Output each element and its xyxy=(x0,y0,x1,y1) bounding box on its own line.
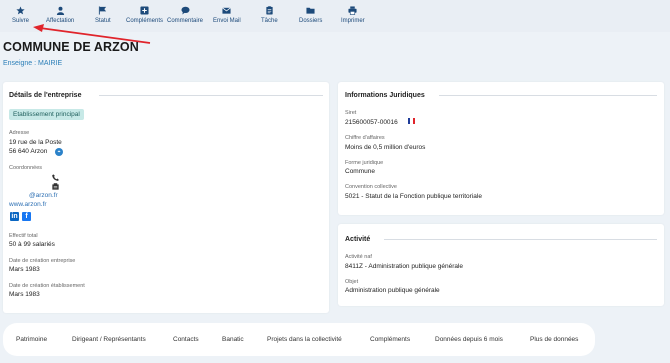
clipboard-icon xyxy=(266,6,273,15)
complements-button[interactable]: Compléments xyxy=(126,6,163,24)
activity-card: Activité Activité naf 8411Z - Administra… xyxy=(338,224,664,306)
tab-contacts[interactable]: Contacts xyxy=(173,336,199,343)
establishment-creation-value: Mars 1983 xyxy=(9,291,40,298)
status-label: Statut xyxy=(95,18,111,24)
comment-icon xyxy=(180,6,190,15)
toolbar: Suivre Affectation Statut Compléments Co… xyxy=(0,0,670,32)
details-card: Détails de l'entreprise Etablissement pr… xyxy=(3,82,329,313)
enseigne-label: Enseigne : MAIRIE xyxy=(3,60,63,67)
comment-label: Commentaire xyxy=(167,18,204,24)
tab-patrimoine[interactable]: Patrimoine xyxy=(16,336,47,343)
legal-info-title: Informations Juridiques xyxy=(345,92,425,99)
send-mail-button[interactable]: Envoi Mail xyxy=(213,6,241,24)
plus-square-icon xyxy=(140,6,149,15)
follow-button[interactable]: Suivre xyxy=(12,6,29,24)
siret-label: Siret xyxy=(345,110,357,116)
comment-button[interactable]: Commentaire xyxy=(167,6,203,24)
status-button[interactable]: Statut xyxy=(95,6,111,24)
divider xyxy=(439,95,657,96)
activity-title: Activité xyxy=(345,236,371,243)
establishment-badge: Etablissement principal xyxy=(9,109,84,120)
naf-label: Activité naf xyxy=(345,254,372,260)
headcount-label: Effectif total xyxy=(9,233,38,239)
printer-icon xyxy=(348,6,357,15)
website-link[interactable]: www.arzon.fr xyxy=(9,201,47,208)
divider xyxy=(384,239,657,240)
folder-icon xyxy=(306,7,315,14)
print-label: Imprimer xyxy=(341,18,365,24)
tab-donnees-6-mois[interactable]: Données depuis 6 mois xyxy=(435,336,503,343)
object-label: Objet xyxy=(345,279,359,285)
legal-info-card: Informations Juridiques Siret 215600057-… xyxy=(338,82,664,215)
coordinates-label: Coordonnées xyxy=(9,165,43,171)
object-value: Administration publique générale xyxy=(345,287,440,294)
complements-label: Compléments xyxy=(126,18,164,24)
fax-icon[interactable] xyxy=(52,183,59,190)
convention-value: 5021 - Statut de la Fonction publique te… xyxy=(345,193,482,200)
convention-label: Convention collective xyxy=(345,184,397,190)
legal-form-label: Forme juridique xyxy=(345,160,384,166)
company-creation-label: Date de création entreprise xyxy=(9,258,76,264)
legal-form-value: Commune xyxy=(345,168,375,175)
assign-button[interactable]: Affectation xyxy=(46,6,74,24)
page-title: COMMUNE DE ARZON xyxy=(3,40,139,54)
tab-projets[interactable]: Projets dans la collectivité xyxy=(267,336,342,343)
naf-value: 8411Z - Administration publique générale xyxy=(345,263,464,270)
address-label: Adresse xyxy=(9,130,30,136)
tab-plus-de-donnees[interactable]: Plus de données xyxy=(530,336,578,343)
headcount-value: 50 à 99 salariés xyxy=(9,241,55,248)
folders-button[interactable]: Dossiers xyxy=(299,6,322,24)
task-label: Tâche xyxy=(261,18,278,24)
flag-icon xyxy=(99,6,107,15)
assign-label: Affectation xyxy=(46,18,75,24)
phone-icon[interactable] xyxy=(52,174,59,181)
tab-dirigeants[interactable]: Dirigeant / Représentants xyxy=(72,336,146,343)
follow-label: Suivre xyxy=(12,18,30,24)
envelope-icon xyxy=(222,7,232,14)
person-icon xyxy=(56,6,64,15)
divider xyxy=(99,95,323,96)
map-pin-icon[interactable]: ⌖ xyxy=(55,148,63,156)
tab-banatic[interactable]: Banatic xyxy=(222,336,244,343)
folders-label: Dossiers xyxy=(299,18,323,24)
revenue-value: Moins de 0,5 million d'euros xyxy=(345,144,426,151)
task-button[interactable]: Tâche xyxy=(261,6,278,24)
print-button[interactable]: Imprimer xyxy=(341,6,365,24)
france-flag-icon xyxy=(408,118,415,124)
linkedin-icon[interactable]: in xyxy=(10,212,19,221)
address-line1: 19 rue de la Poste xyxy=(9,139,62,146)
company-creation-value: Mars 1983 xyxy=(9,266,40,273)
revenue-label: Chiffre d'affaires xyxy=(345,135,385,141)
email-link[interactable]: @arzon.fr xyxy=(29,192,58,199)
section-tabs: Patrimoine Dirigeant / Représentants Con… xyxy=(3,323,595,356)
details-title: Détails de l'entreprise xyxy=(9,92,82,99)
tab-complements[interactable]: Compléments xyxy=(370,336,410,343)
establishment-creation-label: Date de création établissement xyxy=(9,283,85,289)
star-icon xyxy=(16,6,25,15)
send-mail-label: Envoi Mail xyxy=(213,18,241,24)
facebook-icon[interactable]: f xyxy=(22,212,31,221)
address-line2: 56 640 Arzon xyxy=(9,148,48,155)
siret-value: 215600057-00016 xyxy=(345,119,398,126)
